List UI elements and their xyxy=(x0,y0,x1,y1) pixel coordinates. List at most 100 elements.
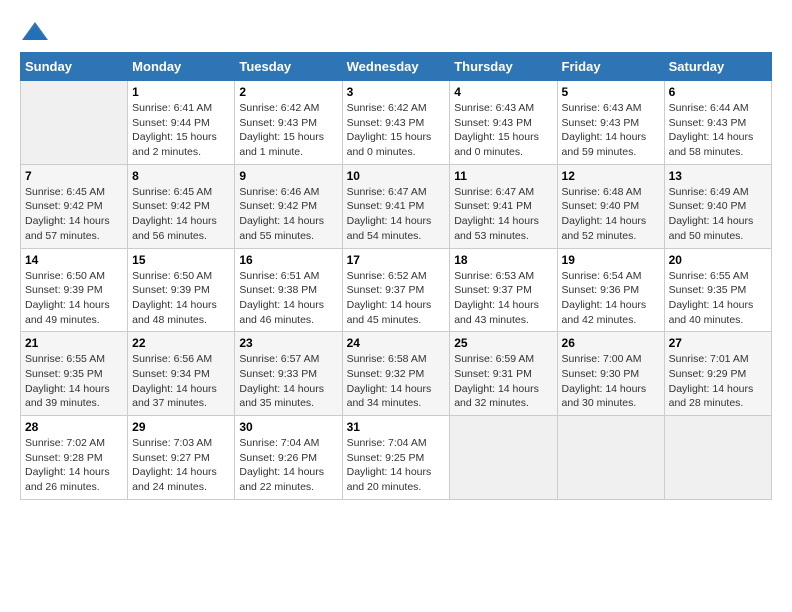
day-number: 26 xyxy=(562,336,660,350)
day-info: Sunrise: 7:03 AMSunset: 9:27 PMDaylight:… xyxy=(132,436,230,495)
week-row-2: 7Sunrise: 6:45 AMSunset: 9:42 PMDaylight… xyxy=(21,164,772,248)
day-number: 17 xyxy=(347,253,446,267)
calendar-cell: 16Sunrise: 6:51 AMSunset: 9:38 PMDayligh… xyxy=(235,248,342,332)
calendar-cell: 26 Sunrise: 7:00 AMSunset: 9:30 PMDayligh… xyxy=(557,332,664,416)
day-number: 8 xyxy=(132,169,230,183)
day-number: 11 xyxy=(454,169,552,183)
calendar-cell: 14 Sunrise: 6:50 AMSunset: 9:39 PMDayligh… xyxy=(21,248,128,332)
calendar-header: SundayMondayTuesdayWednesdayThursdayFrid… xyxy=(21,53,772,81)
day-info: Sunrise: 6:50 AMSunset: 9:39 PMDaylight:… xyxy=(132,269,230,328)
calendar-cell: 15Sunrise: 6:50 AMSunset: 9:39 PMDayligh… xyxy=(128,248,235,332)
calendar-cell xyxy=(21,81,128,165)
calendar-cell: 30 Sunrise: 7:04 AMSunset: 9:26 PMDayligh… xyxy=(235,416,342,500)
day-info: Sunrise: 6:44 AMSunset: 9:43 PMDaylight:… xyxy=(669,101,767,160)
day-number: 27 xyxy=(669,336,767,350)
day-number: 30 xyxy=(239,420,337,434)
week-row-1: 1Sunrise: 6:41 AMSunset: 9:44 PMDaylight… xyxy=(21,81,772,165)
day-info: Sunrise: 6:41 AMSunset: 9:44 PMDaylight:… xyxy=(132,101,230,160)
calendar-table: SundayMondayTuesdayWednesdayThursdayFrid… xyxy=(20,52,772,500)
day-info: Sunrise: 6:49 AMSunset: 9:40 PMDaylight:… xyxy=(669,185,767,244)
calendar-cell xyxy=(450,416,557,500)
day-info: Sunrise: 6:58 AMSunset: 9:32 PMDaylight:… xyxy=(347,352,446,411)
day-info: Sunrise: 6:47 AMSunset: 9:41 PMDaylight:… xyxy=(454,185,552,244)
calendar-cell: 13 Sunrise: 6:49 AMSunset: 9:40 PMDayligh… xyxy=(664,164,771,248)
calendar-cell: 19Sunrise: 6:54 AMSunset: 9:36 PMDayligh… xyxy=(557,248,664,332)
day-info: Sunrise: 7:04 AMSunset: 9:25 PMDaylight:… xyxy=(347,436,446,495)
calendar-cell: 7Sunrise: 6:45 AMSunset: 9:42 PMDaylight… xyxy=(21,164,128,248)
week-row-5: 28 Sunrise: 7:02 AMSunset: 9:28 PMDayligh… xyxy=(21,416,772,500)
calendar-cell: 21 Sunrise: 6:55 AMSunset: 9:35 PMDayligh… xyxy=(21,332,128,416)
day-number: 31 xyxy=(347,420,446,434)
calendar-cell: 8 Sunrise: 6:45 AMSunset: 9:42 PMDaylight… xyxy=(128,164,235,248)
header-day-thursday: Thursday xyxy=(450,53,557,81)
calendar-cell: 27 Sunrise: 7:01 AMSunset: 9:29 PMDayligh… xyxy=(664,332,771,416)
calendar-cell: 2Sunrise: 6:42 AMSunset: 9:43 PMDaylight… xyxy=(235,81,342,165)
calendar-cell: 25 Sunrise: 6:59 AMSunset: 9:31 PMDayligh… xyxy=(450,332,557,416)
day-info: Sunrise: 6:43 AMSunset: 9:43 PMDaylight:… xyxy=(562,101,660,160)
day-number: 24 xyxy=(347,336,446,350)
logo-icon xyxy=(20,20,50,44)
day-info: Sunrise: 7:00 AMSunset: 9:30 PMDaylight:… xyxy=(562,352,660,411)
page-header xyxy=(20,20,772,44)
calendar-cell: 20 Sunrise: 6:55 AMSunset: 9:35 PMDayligh… xyxy=(664,248,771,332)
day-info: Sunrise: 7:01 AMSunset: 9:29 PMDaylight:… xyxy=(669,352,767,411)
calendar-cell: 12 Sunrise: 6:48 AMSunset: 9:40 PMDayligh… xyxy=(557,164,664,248)
day-info: Sunrise: 6:48 AMSunset: 9:40 PMDaylight:… xyxy=(562,185,660,244)
calendar-cell: 22Sunrise: 6:56 AMSunset: 9:34 PMDayligh… xyxy=(128,332,235,416)
day-number: 19 xyxy=(562,253,660,267)
header-day-sunday: Sunday xyxy=(21,53,128,81)
day-number: 10 xyxy=(347,169,446,183)
day-info: Sunrise: 6:55 AMSunset: 9:35 PMDaylight:… xyxy=(669,269,767,328)
calendar-cell: 24 Sunrise: 6:58 AMSunset: 9:32 PMDayligh… xyxy=(342,332,450,416)
calendar-cell: 1Sunrise: 6:41 AMSunset: 9:44 PMDaylight… xyxy=(128,81,235,165)
header-day-saturday: Saturday xyxy=(664,53,771,81)
header-day-monday: Monday xyxy=(128,53,235,81)
day-info: Sunrise: 7:04 AMSunset: 9:26 PMDaylight:… xyxy=(239,436,337,495)
day-info: Sunrise: 6:42 AMSunset: 9:43 PMDaylight:… xyxy=(347,101,446,160)
calendar-cell: 5 Sunrise: 6:43 AMSunset: 9:43 PMDaylight… xyxy=(557,81,664,165)
day-number: 4 xyxy=(454,85,552,99)
day-number: 23 xyxy=(239,336,337,350)
day-info: Sunrise: 6:52 AMSunset: 9:37 PMDaylight:… xyxy=(347,269,446,328)
day-info: Sunrise: 6:53 AMSunset: 9:37 PMDaylight:… xyxy=(454,269,552,328)
header-row: SundayMondayTuesdayWednesdayThursdayFrid… xyxy=(21,53,772,81)
calendar-cell: 29 Sunrise: 7:03 AMSunset: 9:27 PMDayligh… xyxy=(128,416,235,500)
day-number: 9 xyxy=(239,169,337,183)
calendar-cell: 31 Sunrise: 7:04 AMSunset: 9:25 PMDayligh… xyxy=(342,416,450,500)
day-info: Sunrise: 6:50 AMSunset: 9:39 PMDaylight:… xyxy=(25,269,123,328)
calendar-cell: 18 Sunrise: 6:53 AMSunset: 9:37 PMDayligh… xyxy=(450,248,557,332)
header-day-tuesday: Tuesday xyxy=(235,53,342,81)
calendar-cell: 23 Sunrise: 6:57 AMSunset: 9:33 PMDayligh… xyxy=(235,332,342,416)
day-number: 12 xyxy=(562,169,660,183)
day-info: Sunrise: 6:42 AMSunset: 9:43 PMDaylight:… xyxy=(239,101,337,160)
day-number: 20 xyxy=(669,253,767,267)
calendar-cell: 6 Sunrise: 6:44 AMSunset: 9:43 PMDaylight… xyxy=(664,81,771,165)
day-info: Sunrise: 7:02 AMSunset: 9:28 PMDaylight:… xyxy=(25,436,123,495)
logo xyxy=(20,20,54,44)
header-day-wednesday: Wednesday xyxy=(342,53,450,81)
day-number: 3 xyxy=(347,85,446,99)
day-number: 22 xyxy=(132,336,230,350)
day-info: Sunrise: 6:46 AMSunset: 9:42 PMDaylight:… xyxy=(239,185,337,244)
day-number: 25 xyxy=(454,336,552,350)
day-info: Sunrise: 6:43 AMSunset: 9:43 PMDaylight:… xyxy=(454,101,552,160)
day-number: 13 xyxy=(669,169,767,183)
day-info: Sunrise: 6:45 AMSunset: 9:42 PMDaylight:… xyxy=(132,185,230,244)
day-number: 21 xyxy=(25,336,123,350)
day-number: 6 xyxy=(669,85,767,99)
day-info: Sunrise: 6:59 AMSunset: 9:31 PMDaylight:… xyxy=(454,352,552,411)
calendar-cell: 4 Sunrise: 6:43 AMSunset: 9:43 PMDaylight… xyxy=(450,81,557,165)
day-number: 14 xyxy=(25,253,123,267)
day-number: 18 xyxy=(454,253,552,267)
day-number: 29 xyxy=(132,420,230,434)
week-row-4: 21 Sunrise: 6:55 AMSunset: 9:35 PMDayligh… xyxy=(21,332,772,416)
day-info: Sunrise: 6:55 AMSunset: 9:35 PMDaylight:… xyxy=(25,352,123,411)
calendar-cell: 3 Sunrise: 6:42 AMSunset: 9:43 PMDaylight… xyxy=(342,81,450,165)
header-day-friday: Friday xyxy=(557,53,664,81)
day-number: 5 xyxy=(562,85,660,99)
calendar-cell: 11 Sunrise: 6:47 AMSunset: 9:41 PMDayligh… xyxy=(450,164,557,248)
day-number: 28 xyxy=(25,420,123,434)
day-number: 16 xyxy=(239,253,337,267)
calendar-cell: 10Sunrise: 6:47 AMSunset: 9:41 PMDayligh… xyxy=(342,164,450,248)
day-info: Sunrise: 6:57 AMSunset: 9:33 PMDaylight:… xyxy=(239,352,337,411)
